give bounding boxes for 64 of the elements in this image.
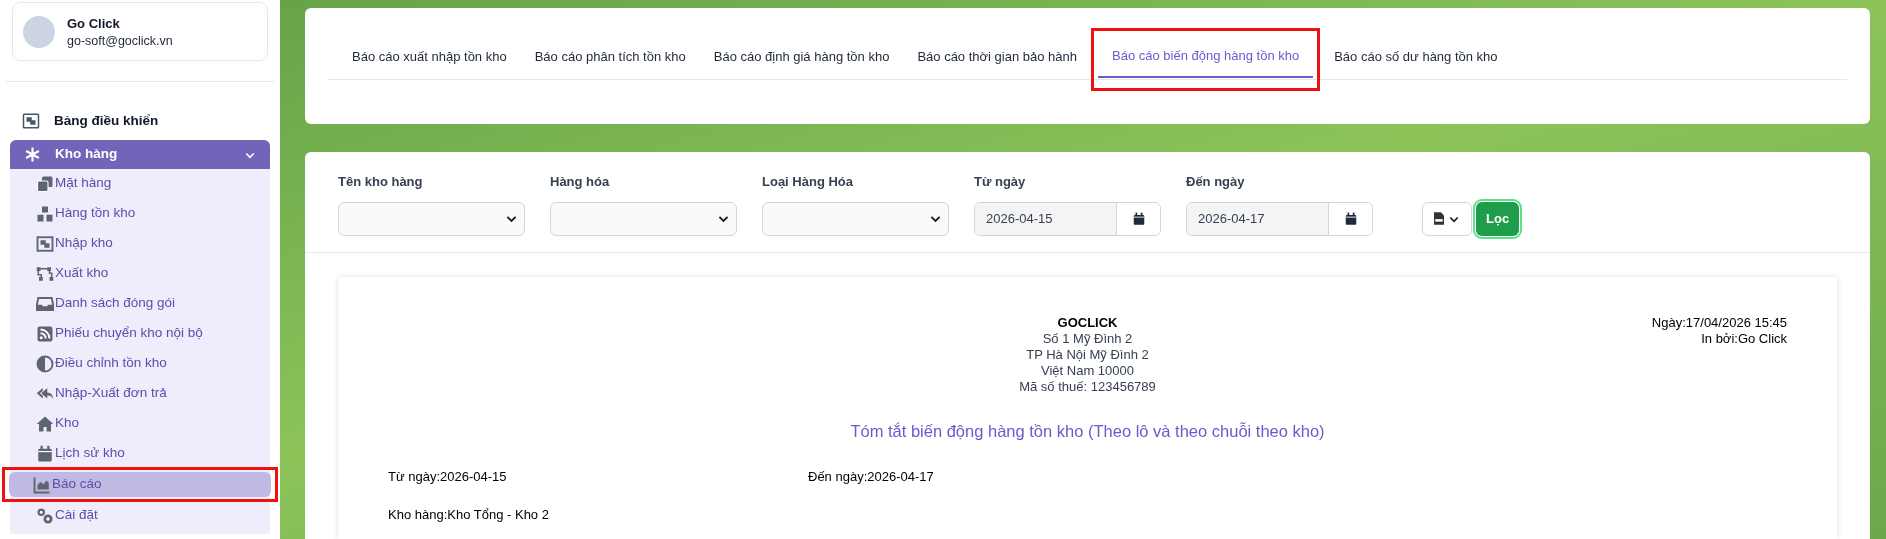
company-info-line: Số 1 Mỹ Đình 2 [1042, 330, 1133, 347]
gears-icon [36, 506, 54, 525]
sidebar-item[interactable]: Danh sách đóng gói [12, 291, 268, 316]
dropdown-field[interactable] [338, 201, 525, 236]
tab[interactable]: Báo cáo phân tích tồn kho [520, 36, 700, 79]
tab[interactable]: Báo cáo số dư hàng tồn kho [1320, 36, 1512, 79]
field-label: Tên kho hàng [338, 173, 424, 191]
sidebar-item[interactable]: Nhập kho [12, 231, 268, 256]
from-date-text: Từ ngày:2026-04-15 [388, 468, 508, 487]
company-info-line: Mã số thuế: 123456789 [1019, 378, 1156, 395]
boxes-icon [36, 204, 54, 223]
date-input[interactable]: 2026-04-17 [1187, 202, 1329, 235]
field-label: Đến ngày [1186, 173, 1246, 191]
export-dropdown-button[interactable] [1422, 201, 1472, 236]
to-date-text: Đến ngày:2026-04-17 [808, 468, 934, 487]
date-input[interactable]: 2026-04-15 [975, 202, 1117, 235]
company-info-line: TP Hà Nội Mỹ Đình 2 [1026, 346, 1149, 363]
rss-icon [36, 324, 54, 343]
company-info-line: Việt Nam 10000 [1041, 362, 1134, 379]
print-info-line: In bởi:Go Click [1701, 330, 1787, 347]
calendar-icon [1131, 211, 1146, 226]
dropdown-field[interactable] [762, 201, 949, 236]
field-label: Loại Hàng Hóa [762, 173, 854, 191]
home-icon [36, 414, 54, 433]
inbox-icon [36, 294, 54, 313]
filter-button[interactable]: Lọc [1476, 201, 1520, 236]
avatar-placeholder [23, 15, 55, 48]
sidebar-item[interactable]: Kho [12, 411, 268, 436]
sidebar-item[interactable]: Phiếu chuyển kho nội bộ [12, 321, 268, 346]
report-title: Tóm tắt biến động hàng tồn kho (Theo lô và theo chuỗi theo kho) [849, 420, 1326, 442]
sidebar-item[interactable]: Nhập-Xuất đơn trả [12, 381, 268, 406]
sidebar-item[interactable]: Mặt hàng [12, 171, 268, 196]
warehouse-text: Kho hàng:Kho Tổng - Kho 2 [388, 505, 550, 524]
field-label: Từ ngày [974, 173, 1027, 191]
tab[interactable]: Báo cáo thời gian bảo hành [903, 36, 1091, 79]
sidebar-group-header[interactable]: Kho hàng [10, 140, 270, 169]
picture-frame-icon [36, 234, 54, 253]
field-label: Hàng hóa [550, 173, 611, 191]
company-name: GOCLICK [1057, 314, 1118, 331]
contrast-icon [36, 354, 54, 373]
tab[interactable]: Báo cáo định giá hàng tồn kho [699, 36, 904, 79]
nodes-icon [36, 264, 54, 283]
sidebar-item[interactable]: Lịch sử kho [12, 441, 268, 466]
copy-icon [36, 174, 54, 193]
pdf-file-icon [1434, 212, 1444, 225]
date-field[interactable]: 2026-04-17 [1186, 201, 1373, 236]
date-field[interactable]: 2026-04-15 [974, 201, 1161, 236]
sidebar-item[interactable]: Bảng điều khiển [0, 104, 280, 138]
tab[interactable]: Báo cáo xuất nhập tồn kho [338, 36, 521, 79]
tab[interactable]: Báo cáo biến động hàng tồn kho [1098, 36, 1314, 78]
dashboard-icon [22, 112, 40, 130]
calendar-icon [1343, 211, 1358, 226]
sidebar-item[interactable]: Cài đặt [12, 503, 268, 528]
user-name: Go Click [67, 14, 121, 33]
snowflake-icon [24, 146, 41, 163]
sidebar-item[interactable]: Xuất kho [12, 261, 268, 286]
area-chart-icon [33, 475, 51, 494]
sidebar-item[interactable]: Hàng tồn kho [12, 201, 268, 226]
user-email: go-soft@goclick.vn [67, 32, 173, 49]
print-info-line: Ngày:17/04/2026 15:45 [1651, 314, 1787, 331]
calendar-icon [36, 444, 54, 463]
dropdown-field[interactable] [550, 201, 737, 236]
sidebar-item[interactable]: Báo cáo [9, 472, 271, 497]
sidebar-item[interactable]: Điều chỉnh tồn kho [12, 351, 268, 376]
